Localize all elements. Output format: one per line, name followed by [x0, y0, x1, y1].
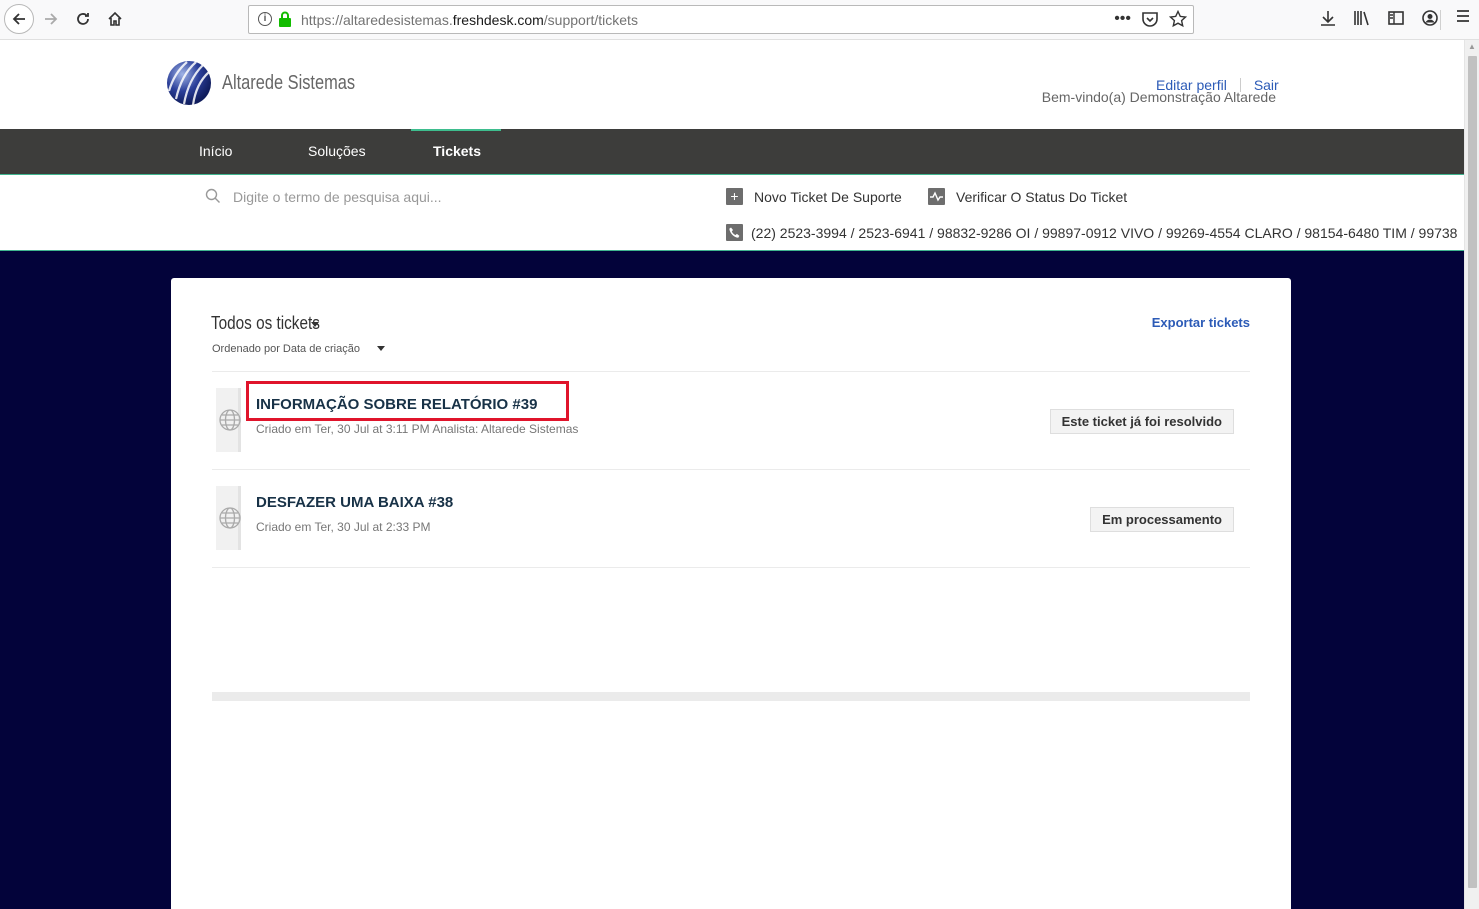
scroll-thumb[interactable]	[1468, 56, 1477, 888]
ticket-meta: Criado em Ter, 30 Jul at 3:11 PM Analist…	[256, 422, 579, 436]
sidebar-icon[interactable]	[1387, 9, 1405, 27]
status-badge: Em processamento	[1090, 507, 1234, 532]
tickets-card: Todos os tickets Ordenado por Data de cr…	[171, 278, 1291, 909]
phone-row: (22) 2523-3994 / 2523-6941 / 98832-9286 …	[726, 224, 1464, 241]
company-logo[interactable]	[166, 59, 212, 107]
library-icon[interactable]	[1353, 9, 1371, 27]
main-nav: Início Soluções Tickets	[0, 129, 1464, 174]
nav-item-inicio[interactable]: Início	[199, 143, 232, 159]
company-name: Altarede Sistemas	[222, 72, 356, 94]
reload-icon	[77, 13, 89, 25]
ticket-source-icon	[216, 486, 241, 550]
new-ticket-link[interactable]: + Novo Ticket De Suporte	[726, 188, 902, 205]
phone-icon	[726, 224, 743, 241]
browser-toolbar: i https://altaredesistemas.freshdesk.com…	[0, 0, 1479, 40]
lock-icon	[279, 11, 291, 27]
back-button[interactable]	[4, 4, 34, 34]
caret-down-icon[interactable]	[311, 322, 319, 327]
ticket-row[interactable]: DESFAZER UMA BAIXA #38 Criado em Ter, 30…	[212, 470, 1250, 566]
list-footer-bar	[212, 692, 1250, 701]
ticket-title[interactable]: DESFAZER UMA BAIXA #38	[256, 494, 453, 511]
nav-item-solucoes[interactable]: Soluções	[308, 143, 366, 159]
forward-button[interactable]	[37, 5, 65, 33]
status-badge: Este ticket já foi resolvido	[1049, 409, 1234, 434]
search-band: + Novo Ticket De Suporte Verificar O Sta…	[0, 174, 1464, 251]
search-icon	[205, 188, 220, 203]
globe-icon	[219, 409, 241, 431]
link-separator	[1239, 78, 1241, 92]
arrow-left-icon	[12, 13, 25, 25]
ticket-meta: Criado em Ter, 30 Jul at 2:33 PM	[256, 520, 431, 534]
sort-dropdown[interactable]: Ordenado por Data de criação	[212, 343, 360, 355]
home-icon	[108, 11, 122, 26]
ticket-filter-dropdown[interactable]: Todos os tickets	[211, 313, 320, 334]
account-icon[interactable]	[1421, 9, 1439, 27]
divider	[212, 567, 1250, 568]
highlight-annotation	[246, 381, 569, 421]
menu-icon[interactable]	[1455, 8, 1471, 29]
page-scrollbar[interactable]: ▲	[1464, 40, 1479, 909]
reload-button[interactable]	[69, 5, 97, 33]
user-links: Editar perfil Sair	[1156, 77, 1279, 93]
phone-numbers: (22) 2523-3994 / 2523-6941 / 98832-9286 …	[751, 224, 1458, 241]
bookmark-star-icon[interactable]	[1169, 10, 1187, 28]
new-ticket-label: Novo Ticket De Suporte	[754, 188, 902, 205]
address-bar[interactable]: i https://altaredesistemas.freshdesk.com…	[248, 5, 1194, 34]
edit-profile-link[interactable]: Editar perfil	[1156, 77, 1227, 93]
pocket-icon[interactable]	[1141, 10, 1159, 28]
pulse-icon	[928, 188, 945, 205]
scroll-up-arrow-icon[interactable]: ▲	[1468, 42, 1476, 51]
ticket-source-icon	[216, 388, 241, 452]
arrow-right-icon	[45, 13, 58, 25]
logout-link[interactable]: Sair	[1254, 77, 1279, 93]
check-status-label: Verificar O Status Do Ticket	[956, 188, 1128, 205]
search-input[interactable]	[233, 187, 653, 207]
url-text: https://altaredesistemas.freshdesk.com/s…	[301, 12, 638, 28]
nav-item-tickets[interactable]: Tickets	[433, 143, 481, 159]
globe-icon	[219, 507, 241, 529]
nav-active-indicator	[411, 129, 501, 131]
toolbar-divider	[1440, 10, 1441, 30]
download-icon[interactable]	[1319, 9, 1337, 27]
check-status-link[interactable]: Verificar O Status Do Ticket	[928, 188, 1127, 205]
export-tickets-link[interactable]: Exportar tickets	[1152, 315, 1250, 330]
home-button[interactable]	[101, 5, 129, 33]
caret-down-icon[interactable]	[377, 346, 385, 351]
more-actions-icon[interactable]: •••	[1114, 10, 1131, 28]
plus-icon: +	[726, 188, 743, 205]
info-icon[interactable]: i	[258, 12, 272, 26]
